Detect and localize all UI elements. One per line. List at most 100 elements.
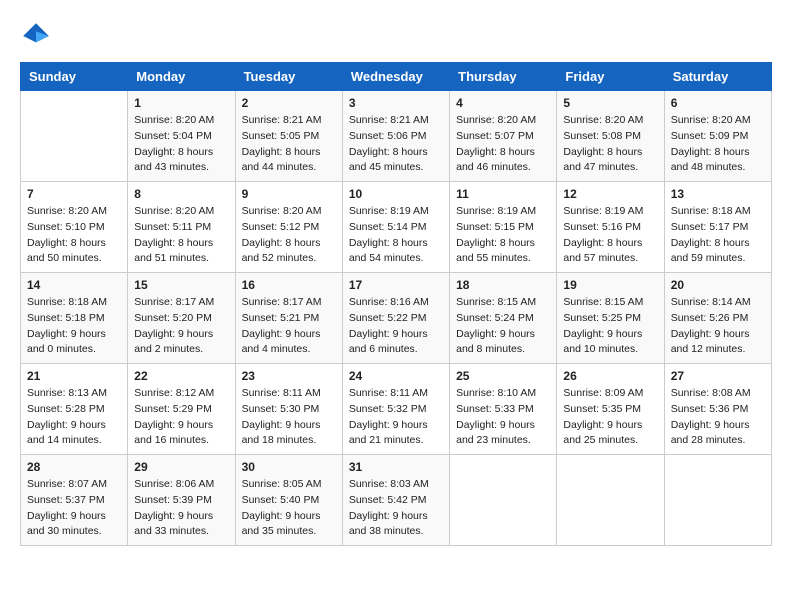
calendar-cell: 1 Sunrise: 8:20 AMSunset: 5:04 PMDaylight… xyxy=(128,91,235,182)
calendar-cell: 28 Sunrise: 8:07 AMSunset: 5:37 PMDayligh… xyxy=(21,455,128,546)
weekday-header-tuesday: Tuesday xyxy=(235,63,342,91)
day-detail: Sunrise: 8:10 AMSunset: 5:33 PMDaylight:… xyxy=(456,386,550,449)
day-detail: Sunrise: 8:15 AMSunset: 5:25 PMDaylight:… xyxy=(563,295,657,358)
calendar-week-row: 1 Sunrise: 8:20 AMSunset: 5:04 PMDaylight… xyxy=(21,91,772,182)
day-detail: Sunrise: 8:14 AMSunset: 5:26 PMDaylight:… xyxy=(671,295,765,358)
day-number: 13 xyxy=(671,187,765,201)
weekday-header-friday: Friday xyxy=(557,63,664,91)
day-detail: Sunrise: 8:13 AMSunset: 5:28 PMDaylight:… xyxy=(27,386,121,449)
calendar-cell: 3Sunrise: 8:21 AMSunset: 5:06 PMDaylight… xyxy=(342,91,449,182)
day-detail: Sunrise: 8:20 AMSunset: 5:08 PMDaylight:… xyxy=(563,113,657,176)
day-detail: Sunrise: 8:17 AMSunset: 5:20 PMDaylight:… xyxy=(134,295,228,358)
calendar-cell: 15Sunrise: 8:17 AMSunset: 5:20 PMDayligh… xyxy=(128,273,235,364)
day-detail: Sunrise: 8:20 AMSunset: 5:12 PMDaylight:… xyxy=(242,204,336,267)
day-detail: Sunrise: 8:18 AMSunset: 5:17 PMDaylight:… xyxy=(671,204,765,267)
day-detail: Sunrise: 8:07 AMSunset: 5:37 PMDaylight:… xyxy=(27,477,121,540)
calendar-cell: 29 Sunrise: 8:06 AMSunset: 5:39 PMDayligh… xyxy=(128,455,235,546)
day-number: 21 xyxy=(27,369,121,383)
day-detail: Sunrise: 8:15 AMSunset: 5:24 PMDaylight:… xyxy=(456,295,550,358)
day-number: 3 xyxy=(349,96,443,110)
day-number: 20 xyxy=(671,278,765,292)
day-number: 1 xyxy=(134,96,228,110)
day-number: 24 xyxy=(349,369,443,383)
day-number: 29 xyxy=(134,460,228,474)
day-number: 16 xyxy=(242,278,336,292)
day-detail: Sunrise: 8:08 AMSunset: 5:36 PMDaylight:… xyxy=(671,386,765,449)
day-number: 19 xyxy=(563,278,657,292)
calendar-cell: 25 Sunrise: 8:10 AMSunset: 5:33 PMDayligh… xyxy=(450,364,557,455)
calendar-cell: 16 Sunrise: 8:17 AMSunset: 5:21 PMDayligh… xyxy=(235,273,342,364)
day-detail: Sunrise: 8:20 AMSunset: 5:11 PMDaylight:… xyxy=(134,204,228,267)
day-number: 30 xyxy=(242,460,336,474)
logo-icon xyxy=(20,20,52,52)
day-number: 5 xyxy=(563,96,657,110)
page-header xyxy=(20,20,772,52)
day-number: 6 xyxy=(671,96,765,110)
calendar-cell: 18 Sunrise: 8:15 AMSunset: 5:24 PMDayligh… xyxy=(450,273,557,364)
day-detail: Sunrise: 8:20 AMSunset: 5:09 PMDaylight:… xyxy=(671,113,765,176)
day-detail: Sunrise: 8:11 AMSunset: 5:30 PMDaylight:… xyxy=(242,386,336,449)
calendar-cell: 2 Sunrise: 8:21 AMSunset: 5:05 PMDaylight… xyxy=(235,91,342,182)
day-detail: Sunrise: 8:20 AMSunset: 5:10 PMDaylight:… xyxy=(27,204,121,267)
calendar-cell: 20 Sunrise: 8:14 AMSunset: 5:26 PMDayligh… xyxy=(664,273,771,364)
weekday-header-wednesday: Wednesday xyxy=(342,63,449,91)
calendar-week-row: 7 Sunrise: 8:20 AMSunset: 5:10 PMDaylight… xyxy=(21,182,772,273)
day-detail: Sunrise: 8:05 AMSunset: 5:40 PMDaylight:… xyxy=(242,477,336,540)
calendar-cell: 8Sunrise: 8:20 AMSunset: 5:11 PMDaylight… xyxy=(128,182,235,273)
weekday-header-monday: Monday xyxy=(128,63,235,91)
calendar-cell: 5 Sunrise: 8:20 AMSunset: 5:08 PMDaylight… xyxy=(557,91,664,182)
day-number: 4 xyxy=(456,96,550,110)
weekday-header-sunday: Sunday xyxy=(21,63,128,91)
day-detail: Sunrise: 8:03 AMSunset: 5:42 PMDaylight:… xyxy=(349,477,443,540)
day-number: 28 xyxy=(27,460,121,474)
day-number: 17 xyxy=(349,278,443,292)
day-detail: Sunrise: 8:21 AMSunset: 5:05 PMDaylight:… xyxy=(242,113,336,176)
day-number: 23 xyxy=(242,369,336,383)
calendar-cell: 24Sunrise: 8:11 AMSunset: 5:32 PMDayligh… xyxy=(342,364,449,455)
calendar-week-row: 14Sunrise: 8:18 AMSunset: 5:18 PMDayligh… xyxy=(21,273,772,364)
day-number: 2 xyxy=(242,96,336,110)
day-number: 26 xyxy=(563,369,657,383)
calendar-table: SundayMondayTuesdayWednesdayThursdayFrid… xyxy=(20,62,772,546)
calendar-cell: 12 Sunrise: 8:19 AMSunset: 5:16 PMDayligh… xyxy=(557,182,664,273)
day-number: 25 xyxy=(456,369,550,383)
day-number: 27 xyxy=(671,369,765,383)
calendar-cell: 10 Sunrise: 8:19 AMSunset: 5:14 PMDayligh… xyxy=(342,182,449,273)
calendar-cell xyxy=(450,455,557,546)
calendar-cell xyxy=(557,455,664,546)
calendar-cell: 9 Sunrise: 8:20 AMSunset: 5:12 PMDaylight… xyxy=(235,182,342,273)
day-number: 18 xyxy=(456,278,550,292)
day-detail: Sunrise: 8:20 AMSunset: 5:04 PMDaylight:… xyxy=(134,113,228,176)
calendar-cell: 6 Sunrise: 8:20 AMSunset: 5:09 PMDaylight… xyxy=(664,91,771,182)
calendar-week-row: 21 Sunrise: 8:13 AMSunset: 5:28 PMDayligh… xyxy=(21,364,772,455)
calendar-cell: 13 Sunrise: 8:18 AMSunset: 5:17 PMDayligh… xyxy=(664,182,771,273)
logo xyxy=(20,20,56,52)
day-detail: Sunrise: 8:06 AMSunset: 5:39 PMDaylight:… xyxy=(134,477,228,540)
calendar-cell: 23 Sunrise: 8:11 AMSunset: 5:30 PMDayligh… xyxy=(235,364,342,455)
calendar-cell: 22Sunrise: 8:12 AMSunset: 5:29 PMDayligh… xyxy=(128,364,235,455)
calendar-cell: 31Sunrise: 8:03 AMSunset: 5:42 PMDayligh… xyxy=(342,455,449,546)
day-number: 12 xyxy=(563,187,657,201)
day-detail: Sunrise: 8:17 AMSunset: 5:21 PMDaylight:… xyxy=(242,295,336,358)
day-detail: Sunrise: 8:19 AMSunset: 5:14 PMDaylight:… xyxy=(349,204,443,267)
calendar-cell: 14Sunrise: 8:18 AMSunset: 5:18 PMDayligh… xyxy=(21,273,128,364)
calendar-cell xyxy=(21,91,128,182)
weekday-header-row: SundayMondayTuesdayWednesdayThursdayFrid… xyxy=(21,63,772,91)
day-number: 11 xyxy=(456,187,550,201)
calendar-cell: 4Sunrise: 8:20 AMSunset: 5:07 PMDaylight… xyxy=(450,91,557,182)
calendar-cell: 19 Sunrise: 8:15 AMSunset: 5:25 PMDayligh… xyxy=(557,273,664,364)
weekday-header-saturday: Saturday xyxy=(664,63,771,91)
calendar-cell: 27 Sunrise: 8:08 AMSunset: 5:36 PMDayligh… xyxy=(664,364,771,455)
day-detail: Sunrise: 8:09 AMSunset: 5:35 PMDaylight:… xyxy=(563,386,657,449)
day-number: 9 xyxy=(242,187,336,201)
calendar-cell: 26 Sunrise: 8:09 AMSunset: 5:35 PMDayligh… xyxy=(557,364,664,455)
day-detail: Sunrise: 8:19 AMSunset: 5:15 PMDaylight:… xyxy=(456,204,550,267)
calendar-cell: 30 Sunrise: 8:05 AMSunset: 5:40 PMDayligh… xyxy=(235,455,342,546)
day-detail: Sunrise: 8:19 AMSunset: 5:16 PMDaylight:… xyxy=(563,204,657,267)
day-number: 10 xyxy=(349,187,443,201)
calendar-cell: 7 Sunrise: 8:20 AMSunset: 5:10 PMDaylight… xyxy=(21,182,128,273)
day-number: 22 xyxy=(134,369,228,383)
day-number: 7 xyxy=(27,187,121,201)
calendar-cell: 17Sunrise: 8:16 AMSunset: 5:22 PMDayligh… xyxy=(342,273,449,364)
calendar-week-row: 28 Sunrise: 8:07 AMSunset: 5:37 PMDayligh… xyxy=(21,455,772,546)
